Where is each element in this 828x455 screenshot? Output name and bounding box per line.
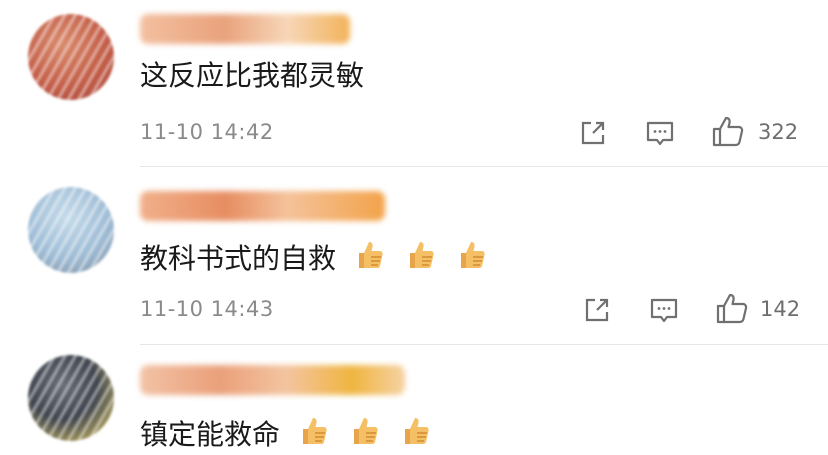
comment-text-content: 教科书式的自救 [140,242,337,275]
thumbs-up-emoji [460,242,485,268]
comment-text-content: 这反应比我都灵敏 [140,59,365,92]
thumbs-up-emoji [409,242,434,268]
avatar[interactable] [20,347,122,449]
like-count: 322 [758,120,799,144]
comment-item-2: 教科书式的自救 11-10 14:43 142 [0,167,828,345]
share-icon[interactable] [578,118,608,148]
username-blurred[interactable] [140,191,385,221]
comment-timestamp: 11-10 14:42 [140,120,274,144]
thumbs-up-emoji [353,418,378,444]
share-icon[interactable] [582,295,612,325]
thumbs-up-emoji [358,242,383,268]
comment-icon[interactable] [644,118,676,150]
comment-item-1: 这反应比我都灵敏 11-10 14:42 322 [0,0,828,167]
thumbs-up-emoji [404,418,429,444]
username-blurred[interactable] [140,14,350,44]
avatar[interactable] [20,6,122,108]
avatar[interactable] [20,179,122,281]
comment-item-3: 镇定能救命 [0,345,828,455]
username-blurred[interactable] [140,365,405,395]
comment-icon[interactable] [648,295,680,327]
comment-timestamp: 11-10 14:43 [140,297,274,321]
like-icon[interactable] [714,291,750,327]
comment-text: 镇定能救命 [140,413,433,453]
comment-text: 这反应比我都灵敏 [140,58,364,94]
like-icon[interactable] [710,114,746,150]
comment-text: 教科书式的自救 [140,237,489,277]
thumbs-up-emoji [302,418,327,444]
comment-text-content: 镇定能救命 [140,418,281,451]
like-count: 142 [760,297,801,321]
